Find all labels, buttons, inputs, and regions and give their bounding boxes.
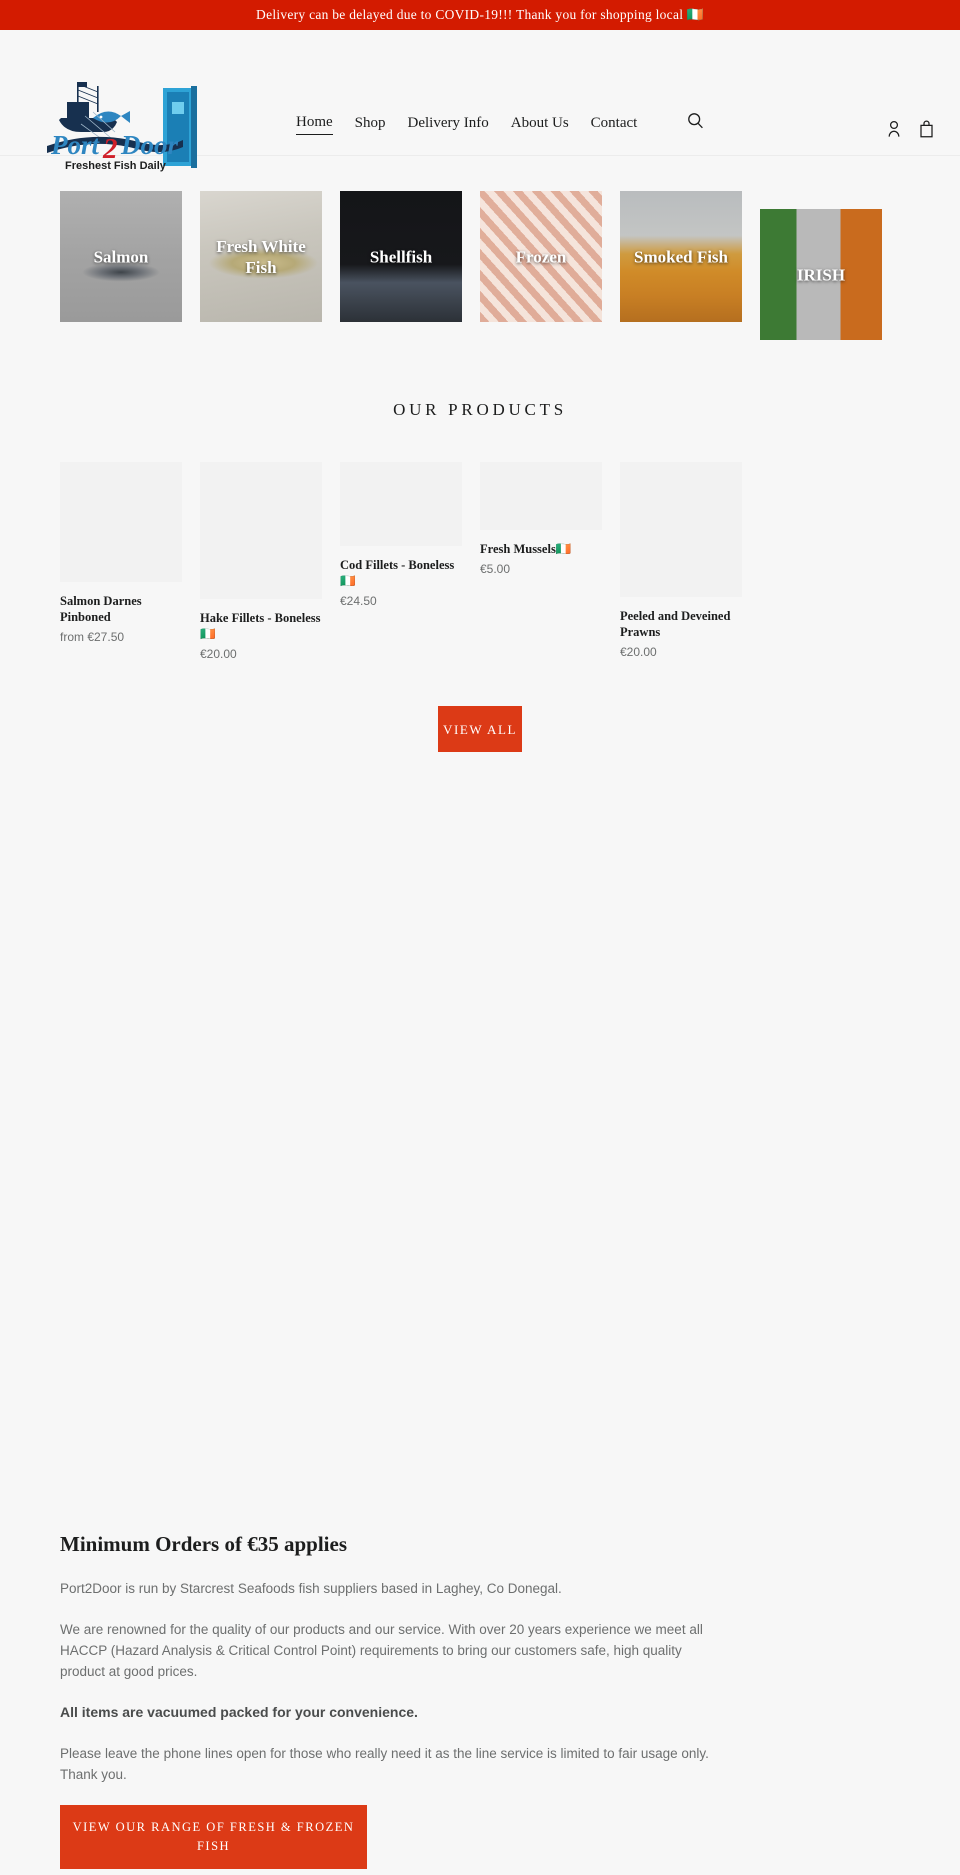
collection-title: Shellfish [369, 247, 433, 266]
collection-card-shellfish[interactable]: Shellfish [340, 191, 462, 322]
view-all-button[interactable]: VIEW ALL [438, 706, 522, 752]
search-button[interactable] [687, 112, 704, 129]
account-icon [888, 120, 900, 137]
logo-image: Port 2 Door Freshest Fish Daily [47, 82, 197, 172]
nav-item-delivery-info[interactable]: Delivery Info [408, 112, 489, 134]
product-card-fresh-mussels[interactable]: Fresh Mussels🇮🇪 €5.00 [480, 462, 602, 577]
collection-card-fresh-white-fish[interactable]: Fresh White Fish [200, 191, 322, 322]
product-card-hake-fillets-boneless[interactable]: Hake Fillets - Boneless🇮🇪 €20.00 [200, 462, 322, 662]
logo-door-text: Door [120, 130, 178, 160]
product-image [620, 462, 742, 597]
collection-list: Salmon Fresh White Fish Shellfish Frozen… [0, 156, 960, 340]
product-title: Fresh Mussels🇮🇪 [480, 542, 572, 556]
announcement-text: Delivery can be delayed due to COVID-19!… [256, 7, 704, 22]
rich-text-heading: Minimum Orders of €35 applies [60, 1532, 347, 1556]
product-card-cod-fillets-boneless[interactable]: Cod Fillets - Boneless🇮🇪 €24.50 [340, 462, 462, 609]
product-title: Hake Fillets - Boneless🇮🇪 [200, 611, 321, 641]
product-title: Salmon Darnes Pinboned [60, 594, 142, 624]
view-all-wrapper: VIEW ALL [60, 706, 900, 752]
collection-title: Smoked Fish [634, 247, 728, 266]
product-price: €5.00 [480, 562, 511, 576]
search-icon [688, 112, 704, 128]
rich-text-paragraph-3: All items are vacuumed packed for your c… [60, 1704, 418, 1720]
product-price: from €27.50 [60, 630, 125, 644]
view-range-button[interactable]: VIEW OUR RANGE OF FRESH & FROZEN FISH [60, 1805, 367, 1869]
product-title: Cod Fillets - Boneless🇮🇪 [340, 558, 455, 588]
product-grid: Salmon Darnes Pinboned from €27.50 Hake … [60, 462, 900, 662]
collection-card-frozen[interactable]: Frozen [480, 191, 602, 322]
logo-tagline-text: Freshest Fish Daily [65, 160, 167, 172]
collection-title: Salmon [93, 247, 149, 266]
collection-grid: Salmon Fresh White Fish Shellfish Frozen… [60, 191, 900, 340]
nav-item-home[interactable]: Home [296, 111, 333, 135]
collection-card-salmon[interactable]: Salmon [60, 191, 182, 322]
product-image [200, 462, 322, 599]
main-navigation: Home Shop Delivery Info About Us Contact [296, 111, 704, 135]
product-card-salmon-darnes-pinboned[interactable]: Salmon Darnes Pinboned from €27.50 [60, 462, 182, 645]
rich-text-paragraph-4: Please leave the phone lines open for th… [60, 1746, 709, 1782]
nav-item-contact[interactable]: Contact [591, 112, 638, 134]
site-logo[interactable]: Port 2 Door Freshest Fish Daily [41, 74, 217, 172]
products-section-title: Our products [393, 400, 567, 419]
product-price: €20.00 [200, 647, 237, 661]
product-image [340, 462, 462, 546]
product-card-peeled-and-deveined-prawns[interactable]: Peeled and Deveined Prawns €20.00 [620, 462, 742, 660]
product-price: €24.50 [340, 594, 377, 608]
rich-text-paragraph-1: Port2Door is run by Starcrest Seafoods f… [60, 1581, 562, 1596]
collection-card-smoked-fish[interactable]: Smoked Fish [620, 191, 742, 322]
account-button[interactable] [887, 120, 901, 141]
product-price: €20.00 [620, 645, 657, 659]
collection-title: IRISH [796, 265, 846, 284]
collection-title: Fresh White Fish [216, 236, 306, 277]
cart-icon [920, 120, 933, 138]
product-image [480, 462, 602, 530]
product-image [60, 462, 182, 582]
rich-text-section: Minimum Orders of €35 applies Port2Door … [0, 1530, 960, 1869]
collection-card-irish[interactable]: IRISH [760, 209, 882, 340]
header-icon-group [887, 120, 934, 141]
cart-button[interactable] [919, 120, 934, 141]
products-section: Our products Salmon Darnes Pinboned from… [0, 340, 960, 752]
site-header: Port 2 Door Freshest Fish Daily Home Sho… [0, 30, 960, 172]
nav-item-shop[interactable]: Shop [355, 112, 386, 134]
product-title: Peeled and Deveined Prawns [620, 609, 731, 639]
rich-text-paragraph-2: We are renowned for the quality of our p… [60, 1622, 703, 1679]
nav-item-about-us[interactable]: About Us [511, 112, 569, 134]
collection-title: Frozen [515, 247, 567, 266]
announcement-bar: Delivery can be delayed due to COVID-19!… [0, 0, 960, 30]
logo-port-text: Port [50, 130, 101, 160]
